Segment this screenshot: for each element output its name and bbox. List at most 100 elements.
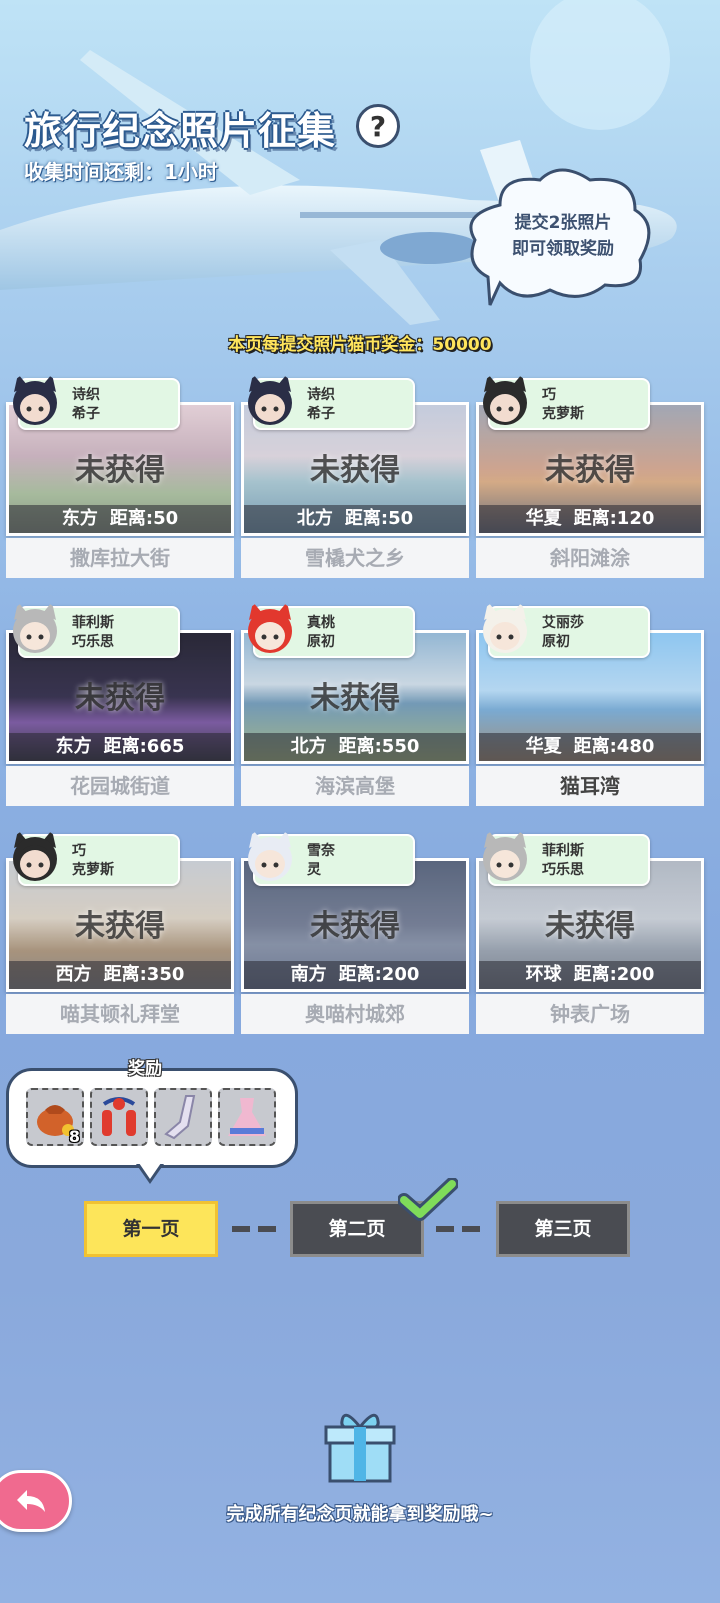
character-avatar — [248, 602, 292, 653]
status-label: 未获得 — [310, 681, 400, 716]
location-name: 喵其顿礼拜堂 — [6, 994, 234, 1034]
character-avatar — [13, 602, 57, 653]
reward-slot-2[interactable] — [90, 1088, 148, 1146]
distance-bar: 华夏 距离:480 — [479, 733, 701, 761]
distance: 距离:50 — [344, 508, 414, 529]
character-name-2: 希子 — [72, 406, 100, 422]
character-avatar — [13, 374, 57, 425]
character-name-1: 菲利斯 — [542, 843, 584, 859]
checkmark-icon — [398, 1178, 458, 1221]
direction: 东方 — [55, 736, 92, 757]
direction: 北方 — [290, 736, 327, 757]
direction: 华夏 — [525, 736, 562, 757]
direction: 环球 — [525, 964, 562, 985]
lantern-icon — [102, 1097, 136, 1136]
character-name-1: 真桃 — [307, 615, 335, 631]
character-name-2: 原初 — [542, 634, 570, 650]
character-name-2: 克萝斯 — [542, 406, 584, 422]
location-name: 斜阳滩涂 — [476, 538, 704, 578]
photo-card[interactable]: 未获得 北方 距离:550 海滨高堡 真桃 原初 — [241, 600, 469, 812]
distance-bar: 环球 距离:200 — [479, 961, 701, 989]
reward-slot-1[interactable]: 8 — [26, 1088, 84, 1146]
character-name-1: 巧 — [72, 843, 86, 859]
photo-card[interactable]: 未获得 南方 距离:200 奥喵村城郊 雪奈灵 — [241, 828, 469, 1040]
distance: 距离:200 — [573, 964, 655, 985]
reward-slot-4[interactable] — [218, 1088, 276, 1146]
character-name-1: 艾丽莎 — [542, 615, 584, 631]
back-button[interactable] — [0, 1470, 72, 1532]
distance: 距离:665 — [103, 736, 185, 757]
page-connector — [232, 1226, 250, 1232]
character-avatar — [483, 374, 527, 425]
distance: 距离:350 — [103, 964, 185, 985]
distance-bar: 华夏 距离:120 — [479, 505, 701, 533]
direction: 华夏 — [525, 508, 562, 529]
character-name-2: 巧乐思 — [72, 634, 114, 650]
photo-card[interactable]: 未获得 东方 距离:665 花园城街道 菲利斯 巧乐思 — [6, 600, 234, 812]
character-avatar — [248, 830, 292, 881]
page-connector — [436, 1226, 454, 1232]
status-label: 未获得 — [75, 909, 165, 944]
status-label: 未获得 — [545, 909, 635, 944]
rewards-label: 奖励 — [128, 1059, 162, 1079]
status-label: 未获得 — [310, 909, 400, 944]
photo-card[interactable]: 未获得北方 距离:50 雪橇犬之乡 诗织希子 — [241, 372, 469, 584]
cloud-hint: 提交2张照片 即可领取奖励 — [478, 210, 648, 262]
cloud-line-2: 即可领取奖励 — [512, 239, 614, 259]
character-name-1: 诗织 — [307, 387, 335, 403]
distance-bar: 北方 距离:50 — [244, 505, 466, 533]
time-remaining: 收集时间还剩：1小时 — [24, 160, 218, 184]
distance: 距离:200 — [338, 964, 420, 985]
distance-bar: 西方 距离:350 — [9, 961, 231, 989]
dress-icon — [228, 1098, 266, 1136]
direction: 南方 — [290, 964, 327, 985]
distance-bar: 北方 距离:550 — [244, 733, 466, 761]
stocking-icon — [164, 1095, 196, 1140]
character-avatar — [13, 830, 57, 881]
photo-card[interactable]: 未获得 华夏 距离:120 斜阳滩涂 巧克萝斯 — [476, 372, 704, 584]
direction: 西方 — [55, 964, 92, 985]
status-label: 未获得 — [310, 453, 400, 488]
photo-card[interactable]: 未获得东方 距离:50 撒库拉大街 诗织希子 — [6, 372, 234, 584]
character-name-2: 希子 — [307, 406, 335, 422]
reward-count: 8 — [68, 1127, 80, 1146]
character-avatar — [483, 602, 527, 653]
page-title: 旅行纪念照片征集 — [24, 109, 337, 153]
location-name: 雪橇犬之乡 — [241, 538, 469, 578]
direction: 北方 — [296, 508, 333, 529]
character-name-1: 菲利斯 — [72, 615, 114, 631]
page-connector — [462, 1226, 480, 1232]
direction: 东方 — [61, 508, 98, 529]
distance: 距离:480 — [573, 736, 655, 757]
help-icon[interactable]: ? — [356, 104, 400, 148]
distance-bar: 东方 距离:665 — [9, 733, 231, 761]
page-connector — [258, 1226, 276, 1232]
status-label: 未获得 — [75, 453, 165, 488]
page-1-button[interactable]: 第一页 — [84, 1201, 218, 1257]
character-name-2: 原初 — [307, 634, 335, 650]
character-name-1: 诗织 — [72, 387, 100, 403]
character-name-1: 巧 — [542, 387, 556, 403]
gift-icon[interactable] — [322, 1405, 398, 1485]
character-name-2: 巧乐思 — [542, 862, 584, 878]
distance-bar: 南方 距离:200 — [244, 961, 466, 989]
back-arrow-icon — [17, 1490, 45, 1512]
location-name: 猫耳湾 — [476, 766, 704, 806]
photo-card[interactable]: 未获得西方 距离:350 喵其顿礼拜堂 巧克萝斯 — [6, 828, 234, 1040]
reward-slot-3[interactable] — [154, 1088, 212, 1146]
cloud-line-1: 提交2张照片 — [514, 213, 612, 233]
photo-card[interactable]: 华夏 距离:480 猫耳湾 艾丽莎原初 — [476, 600, 704, 812]
location-name: 奥喵村城郊 — [241, 994, 469, 1034]
character-avatar — [248, 374, 292, 425]
character-name-2: 灵 — [307, 862, 321, 878]
location-name: 钟表广场 — [476, 994, 704, 1034]
page-3-button[interactable]: 第三页 — [496, 1201, 630, 1257]
character-avatar — [483, 830, 527, 881]
photo-card[interactable]: 未获得环球 距离:200 钟表广场 菲利斯巧乐思 — [476, 828, 704, 1040]
location-name: 撒库拉大街 — [6, 538, 234, 578]
completion-hint: 完成所有纪念页就能拿到奖励哦~ — [226, 1504, 494, 1525]
status-label: 未获得 — [75, 681, 165, 716]
distance: 距离:120 — [573, 508, 655, 529]
distance: 距离:50 — [109, 508, 179, 529]
character-name-2: 克萝斯 — [72, 862, 114, 878]
